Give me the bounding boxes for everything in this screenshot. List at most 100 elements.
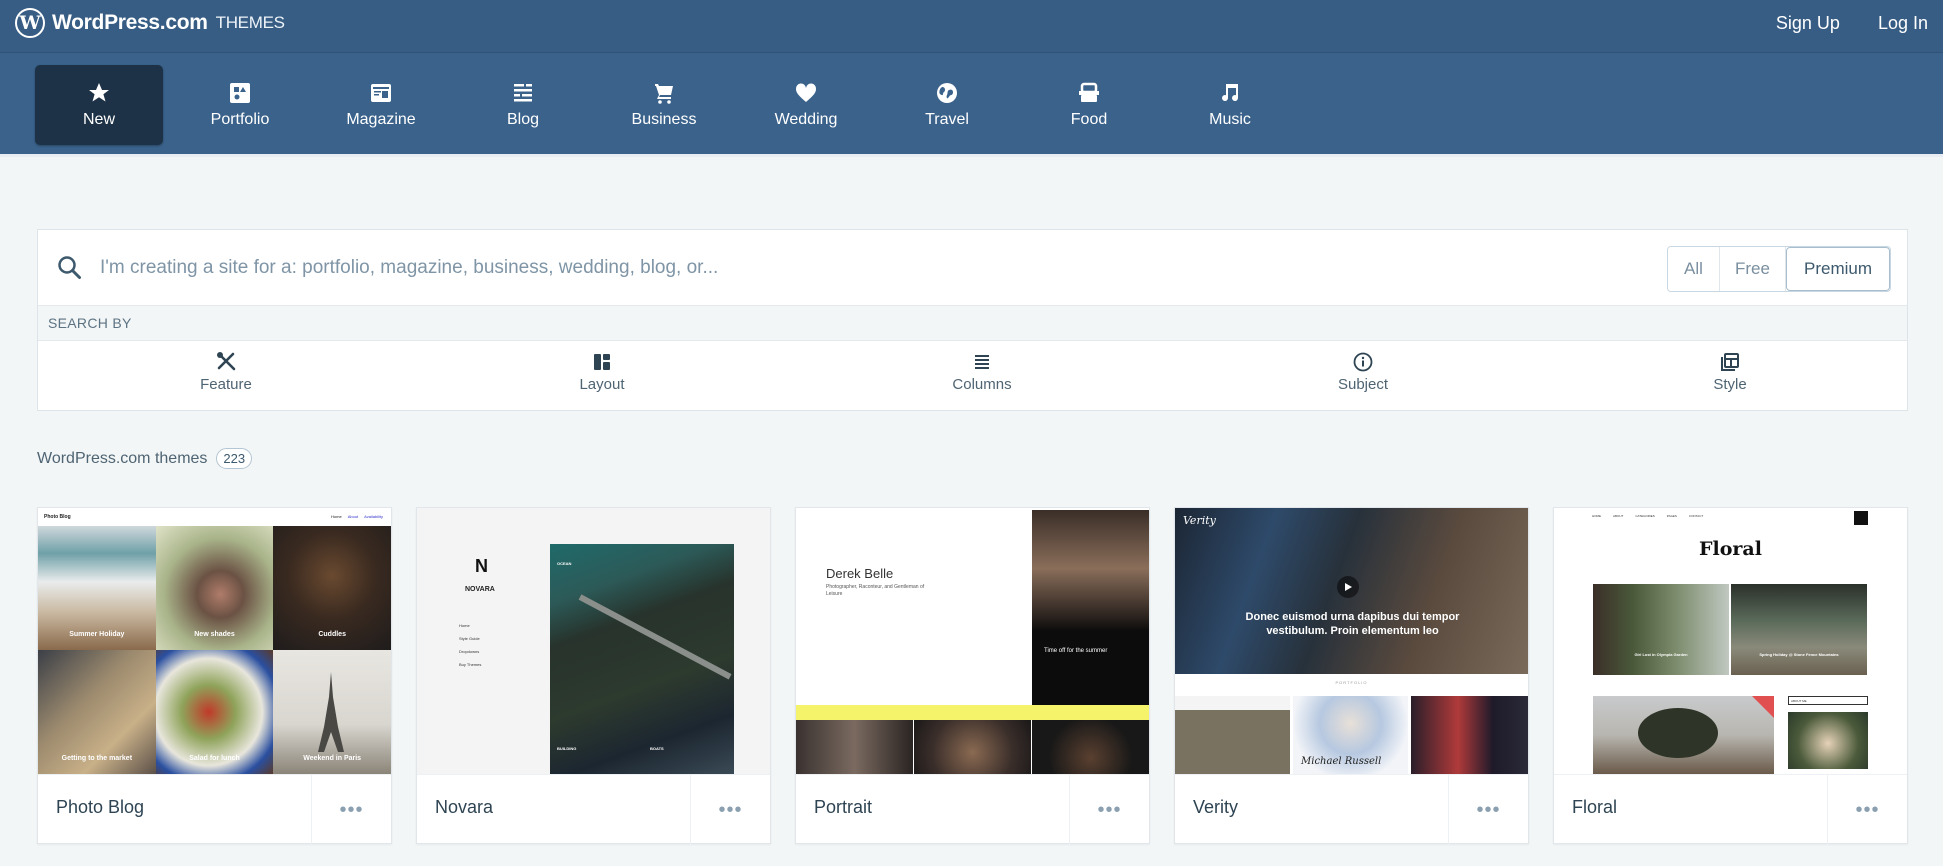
category-magazine[interactable]: Magazine xyxy=(317,65,445,145)
preview-photo xyxy=(1411,696,1528,774)
preview-nav-item: CONTACT xyxy=(1688,514,1704,518)
facet-label: Feature xyxy=(200,376,252,393)
category-business[interactable]: Business xyxy=(600,65,728,145)
filter-premium-button[interactable]: Premium xyxy=(1786,247,1890,291)
info-icon xyxy=(1352,351,1374,373)
theme-name[interactable]: Novara xyxy=(435,797,493,818)
filter-all-button[interactable]: All xyxy=(1668,247,1720,291)
theme-name[interactable]: Verity xyxy=(1193,797,1238,818)
facet-style[interactable]: Style xyxy=(1660,351,1800,393)
search-icon[interactable] xyxy=(56,254,84,282)
preview-yellow-bar xyxy=(796,705,1149,720)
theme-name[interactable]: Photo Blog xyxy=(56,797,144,818)
more-options-button[interactable]: ••• xyxy=(690,775,770,845)
preview-photo xyxy=(1032,720,1149,774)
preview-photo: Girl Lost in Olympia Garden xyxy=(1593,584,1729,675)
category-new[interactable]: New xyxy=(35,65,163,145)
play-icon xyxy=(1337,576,1359,598)
category-label: Food xyxy=(1070,111,1108,128)
preview-search-icon xyxy=(1854,511,1868,525)
preview-site-title: NOVARA xyxy=(465,586,495,593)
preview-photo xyxy=(914,720,1031,774)
search-panel: All Free Premium SEARCH BY Feature Layou… xyxy=(37,229,1908,411)
theme-card-verity: Verity Donec euismod urna dapibus dui te… xyxy=(1174,507,1529,845)
preview-nav-item: ABOUT xyxy=(1613,514,1624,518)
category-label: Travel xyxy=(925,111,969,128)
star-icon xyxy=(87,81,111,105)
tier-filter: All Free Premium xyxy=(1667,246,1891,292)
preview-photo xyxy=(1593,696,1774,774)
facet-feature[interactable]: Feature xyxy=(156,351,296,393)
preview-site-title: Derek Belle xyxy=(826,566,894,581)
globe-icon xyxy=(935,81,959,105)
category-music[interactable]: Music xyxy=(1166,65,1294,145)
category-label: New xyxy=(82,111,115,128)
wordpress-logo-icon: W xyxy=(15,8,45,38)
theme-name[interactable]: Portrait xyxy=(814,797,872,818)
card-footer: Novara ••• xyxy=(417,774,770,845)
preview-section-label: PORTFOLIO xyxy=(1335,680,1368,685)
search-by-label: SEARCH BY xyxy=(48,315,132,331)
preview-nav-item: Home xyxy=(331,514,342,519)
category-blog[interactable]: Blog xyxy=(459,65,587,145)
preview-photo: Michael Russell xyxy=(1293,696,1408,774)
brand-name: WordPress.com xyxy=(52,11,208,34)
preview-nav-item: HOME xyxy=(1592,514,1601,518)
facet-label: Style xyxy=(1713,376,1747,393)
more-options-button[interactable]: ••• xyxy=(311,775,391,845)
preview-nav-item: About xyxy=(347,514,359,519)
preview-nav-item: Availability xyxy=(364,514,383,519)
theme-preview[interactable]: Verity Donec euismod urna dapibus dui te… xyxy=(1175,508,1528,774)
facet-label: Columns xyxy=(952,376,1012,393)
preview-logo: Verity xyxy=(1183,514,1216,527)
preview-photo xyxy=(796,720,913,774)
category-label: Business xyxy=(631,111,697,128)
sign-up-link[interactable]: Sign Up xyxy=(1776,13,1840,34)
theme-preview[interactable]: Photo Blog Home About Availability Summe… xyxy=(38,508,391,774)
search-facets: Feature Layout Columns Subject Style xyxy=(38,341,1907,411)
theme-name[interactable]: Floral xyxy=(1572,797,1617,818)
facet-columns[interactable]: Columns xyxy=(912,351,1052,393)
preview-menu: Home Style Guide Dropdowns Buy Themes xyxy=(459,623,481,667)
card-footer: Portrait ••• xyxy=(796,774,1149,845)
facet-subject[interactable]: Subject xyxy=(1293,351,1433,393)
preview-caption: Spring Holiday @ Stone Fence Mountains xyxy=(1759,652,1839,657)
theme-preview[interactable]: N NOVARA Home Style Guide Dropdowns Buy … xyxy=(417,508,770,774)
theme-preview[interactable]: Derek Belle Photographer, Raconteur, and… xyxy=(796,508,1149,774)
log-in-link[interactable]: Log In xyxy=(1878,13,1928,34)
search-input[interactable] xyxy=(100,248,1500,288)
preview-portrait-photo: Time off for the summer xyxy=(1032,510,1149,705)
card-footer: Verity ••• xyxy=(1175,774,1528,845)
category-portfolio[interactable]: Portfolio xyxy=(176,65,304,145)
more-options-button[interactable]: ••• xyxy=(1827,775,1907,845)
category-wedding[interactable]: Wedding xyxy=(742,65,870,145)
preview-photo: Summer Holiday xyxy=(38,526,156,650)
facet-layout[interactable]: Layout xyxy=(532,351,672,393)
preview-nav: Home About Availability xyxy=(331,514,383,519)
more-options-button[interactable]: ••• xyxy=(1069,775,1149,845)
preview-nav-item: PAGES xyxy=(1666,514,1677,518)
more-options-button[interactable]: ••• xyxy=(1448,775,1528,845)
theme-card-photo-blog: Photo Blog Home About Availability Summe… xyxy=(37,507,392,845)
category-food[interactable]: Food xyxy=(1025,65,1153,145)
category-travel[interactable]: Travel xyxy=(883,65,1011,145)
style-icon xyxy=(1719,351,1741,373)
search-by-bar: SEARCH BY xyxy=(38,306,1907,341)
auth-links: Sign Up Log In xyxy=(1776,13,1928,34)
preview-menu-item: Dropdowns xyxy=(459,649,480,654)
preview-caption: BOATS xyxy=(650,746,664,751)
preview-menu-item: Home xyxy=(459,623,470,628)
theme-preview[interactable]: HOME ABOUT CATEGORIES PAGES CONTACT Flor… xyxy=(1554,508,1907,774)
tools-icon xyxy=(215,351,237,373)
eiffel-tower-graphic xyxy=(318,672,345,752)
facet-label: Subject xyxy=(1337,376,1389,393)
wordpress-logo[interactable]: W WordPress.com THEMES xyxy=(15,8,285,38)
preview-photo xyxy=(1788,712,1868,769)
preview-photo-grid: Summer Holiday New shades Cuddles Gettin… xyxy=(38,526,391,774)
preview-nav: HOME ABOUT CATEGORIES PAGES CONTACT xyxy=(1592,514,1703,518)
preview-logo: N xyxy=(475,556,488,576)
filter-free-button[interactable]: Free xyxy=(1720,247,1786,291)
preview-caption: BUILDING xyxy=(557,746,577,751)
preview-photo xyxy=(1175,696,1290,774)
preview-menu-item: Style Guide xyxy=(459,636,480,641)
